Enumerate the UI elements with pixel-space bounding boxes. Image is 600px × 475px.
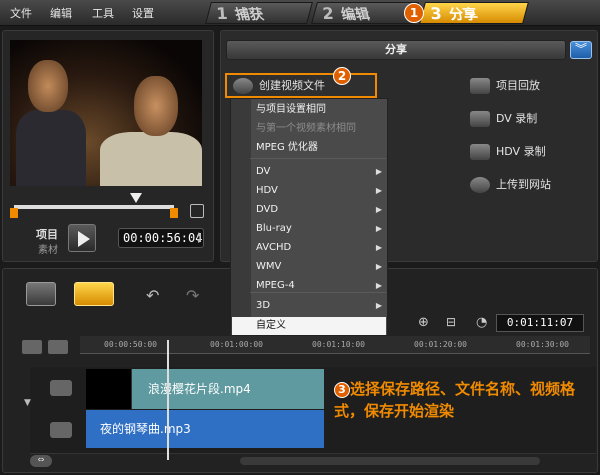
tab-share[interactable]: 3 分享 [419,2,529,24]
upload-web-button[interactable]: 上传到网站 [470,174,551,196]
video-preview [10,40,202,186]
menu-file[interactable]: 文件 [10,5,32,21]
track-manager-icon[interactable] [22,340,42,354]
submenu-arrow-icon: ▶ [375,262,382,271]
dropdown-item[interactable]: WMV ▶ [250,258,386,276]
storyboard-view-button[interactable] [26,282,56,306]
annotation-marker-3: 3 [334,381,350,398]
expand-chevron-icon[interactable]: ▼ [24,398,31,408]
timecode-display[interactable]: 00:00:56:04 ▲ ▼ [118,228,204,248]
project-duration-display: 0:01:11:07 [496,314,584,332]
dropdown-item[interactable]: DVD ▶ [250,201,386,219]
ruler-tick: 00:01:00:00 [210,340,263,349]
chapter-list-icon[interactable] [48,340,68,354]
project-mode-label[interactable]: 项目 [36,226,58,242]
ruler-tick: 00:01:30:00 [516,340,569,349]
enlarge-preview-icon[interactable] [190,204,204,218]
video-clip-thumbnail [86,369,132,409]
mark-out-handle[interactable] [170,208,178,218]
annotation-marker-1: 1 [404,3,424,23]
scrubber-handle[interactable] [130,193,142,203]
video-track-icon[interactable] [50,380,72,396]
ruler-tick: 00:01:10:00 [312,340,365,349]
timeline-scrollbar[interactable] [240,457,540,465]
dropdown-separator [250,292,386,293]
hdv-record-button[interactable]: HDV 录制 [470,141,546,163]
annotation-3: 3 选择保存路径、文件名称、视频格式，保存开始渲染 [334,378,594,422]
playhead[interactable] [167,340,169,460]
dropdown-item-custom[interactable]: 自定义 [232,317,386,335]
dropdown-item[interactable]: MPEG 优化器 [250,139,386,157]
annotation-marker-2: 2 [333,67,351,85]
submenu-arrow-icon: ▶ [375,167,382,176]
dropdown-item[interactable]: 3D ▶ [250,297,386,315]
dropdown-icon-gutter [231,99,251,335]
project-playback-button[interactable]: 项目回放 [470,75,540,97]
submenu-arrow-icon: ▶ [375,301,382,310]
dropdown-item[interactable]: Blu-ray ▶ [250,220,386,238]
ruler-tick: 00:01:20:00 [414,340,467,349]
submenu-arrow-icon: ▶ [375,243,382,252]
play-button[interactable] [68,224,96,252]
clip-mode-label[interactable]: 素材 [38,241,58,256]
playback-icon [470,78,490,94]
film-reel-icon [233,78,253,94]
share-panel-title: 分享 [226,40,566,60]
menu-settings[interactable]: 设置 [132,5,154,21]
globe-icon [470,177,490,193]
ruler-tick: 00:00:50:00 [104,340,157,349]
dropdown-item[interactable]: HDV ▶ [250,182,386,200]
zoom-in-icon[interactable]: ⊕ [418,315,429,330]
tab-edit[interactable]: 2 编辑 [311,2,419,24]
annotation-3-text: 选择保存路径、文件名称、视频格式，保存开始渲染 [334,380,576,420]
undo-icon[interactable]: ↶ [146,286,159,305]
audio-clip[interactable]: 夜的钢琴曲.mp3 [86,410,324,448]
music-track-icon[interactable] [50,422,72,438]
scrubber-track[interactable] [14,205,174,209]
dropdown-item[interactable]: AVCHD ▶ [250,239,386,257]
mark-in-handle[interactable] [10,208,18,218]
clock-icon: ◔ [476,315,488,330]
dv-record-button[interactable]: DV 录制 [470,108,537,130]
menu-edit[interactable]: 编辑 [50,5,72,21]
submenu-arrow-icon: ▶ [375,186,382,195]
dropdown-separator [250,158,386,159]
collapse-chevron-icon[interactable]: ︾ [570,41,592,59]
hd-camcorder-icon [470,144,490,160]
tab-capture[interactable]: 1 捕获 [205,2,313,24]
dropdown-item[interactable]: 与项目设置相同 [250,101,386,119]
camcorder-icon [470,111,490,127]
submenu-arrow-icon: ▶ [375,224,382,233]
dropdown-item: 与第一个视频素材相同 [256,123,356,134]
zoom-out-button[interactable]: ⇔ [30,455,52,467]
dropdown-item[interactable]: DV ▶ [250,163,386,181]
timeline-view-button[interactable] [74,282,114,306]
submenu-arrow-icon: ▶ [375,205,382,214]
menu-tools[interactable]: 工具 [92,5,114,21]
create-video-file-button[interactable]: 创建视频文件 [225,73,377,98]
redo-icon[interactable]: ↷ [186,286,199,305]
fit-project-icon[interactable]: ⊟ [446,315,456,329]
